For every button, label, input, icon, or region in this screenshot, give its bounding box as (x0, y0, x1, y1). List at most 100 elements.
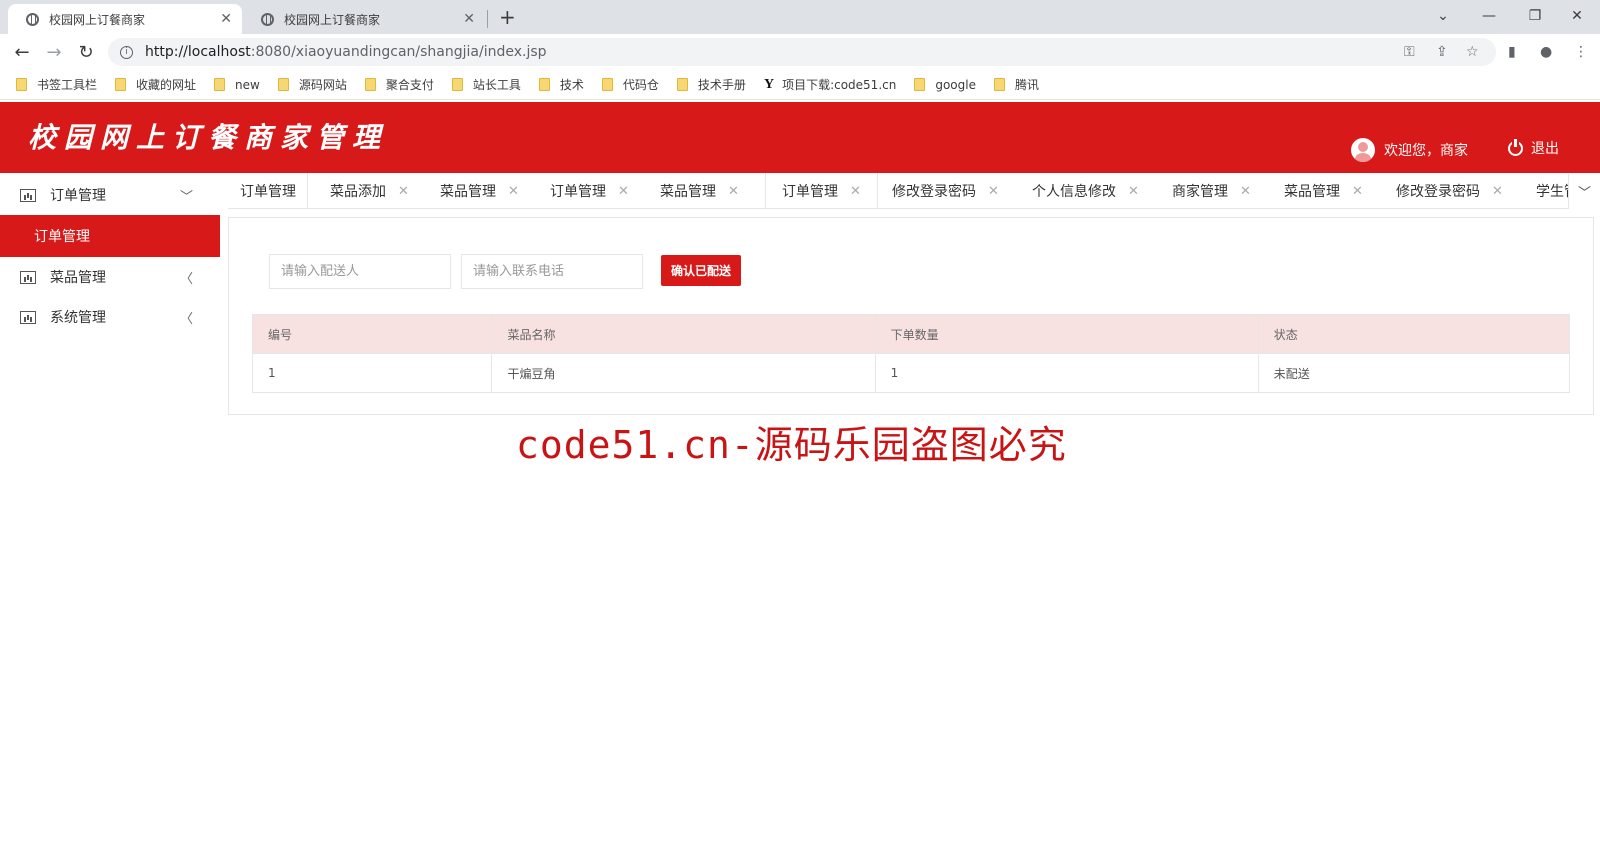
restore-button[interactable]: ❐ (1512, 0, 1558, 32)
bookmark-item[interactable]: 腾讯 (993, 76, 1039, 93)
bookmark-item[interactable]: 源码网站 (277, 76, 347, 93)
close-tab-icon[interactable]: ✕ (508, 184, 519, 199)
site-info-icon[interactable]: i (120, 45, 133, 59)
tab-search-icon[interactable]: ⌄ (1420, 0, 1466, 32)
sidebar-group-system[interactable]: 系统管理 〈 (0, 297, 220, 337)
user-info[interactable]: 欢迎您，商家 (1351, 138, 1468, 162)
url-input[interactable]: i http://localhost:8080/xiaoyuandingcan/… (108, 38, 1496, 66)
sidebar-item-orders[interactable]: 订单管理 (0, 215, 220, 257)
globe-icon (26, 12, 39, 26)
chart-icon (20, 310, 36, 324)
table-cell: 未配送 (1257, 353, 1571, 393)
close-window-button[interactable]: ✕ (1554, 0, 1600, 32)
star-icon[interactable]: ☆ (1466, 44, 1479, 60)
phone-input[interactable] (461, 254, 643, 289)
chart-icon (20, 188, 36, 202)
column-header: 状态 (1257, 314, 1571, 354)
share-icon[interactable]: ⇪ (1436, 44, 1448, 60)
tab-merchant-manage[interactable]: 商家管理 ✕ (1172, 173, 1251, 208)
logout-button[interactable]: 退出 (1508, 138, 1559, 158)
welcome-text: 欢迎您，商家 (1384, 143, 1468, 159)
bookmark-item[interactable]: 站长工具 (451, 76, 521, 93)
sidebar-item-label: 订单管理 (34, 229, 90, 245)
folder-icon (538, 78, 550, 91)
table-cell: 干煸豆角 (491, 353, 876, 393)
close-tab-icon[interactable]: ✕ (850, 184, 861, 199)
tab-order-manage-active[interactable]: 订单管理 ✕ (765, 173, 878, 208)
bookmark-item[interactable]: 书签工具栏 (16, 76, 97, 93)
back-icon[interactable]: ← (10, 40, 34, 64)
url-host: http://localhost (145, 44, 251, 60)
table-row[interactable]: 1 干煸豆角 1 未配送 (251, 353, 1571, 393)
bookmark-item[interactable]: new (214, 78, 260, 92)
chart-icon (20, 270, 36, 284)
tab-separator (487, 10, 488, 28)
sidebar-group-dishes[interactable]: 菜品管理 〈 (0, 257, 220, 297)
close-tab-icon[interactable]: ✕ (728, 184, 739, 199)
y-logo-icon: Y (763, 76, 775, 92)
table-cell: 1 (251, 353, 493, 393)
tab-more-button[interactable]: ﹀ (1568, 174, 1600, 209)
column-header: 菜品名称 (491, 314, 876, 354)
side-panel-icon[interactable]: ▮ (1508, 44, 1516, 60)
close-tab-icon[interactable]: ✕ (398, 184, 409, 199)
url-path: :8080/xiaoyuandingcan/shangjia/index.jsp (250, 44, 547, 60)
tab-dish-manage[interactable]: 菜品管理 ✕ (1284, 173, 1363, 208)
key-icon[interactable]: ⚿ (1404, 44, 1415, 60)
tab-dish-manage[interactable]: 菜品管理 ✕ (440, 173, 519, 208)
power-icon (1508, 138, 1523, 156)
tab-order-manage[interactable]: 订单管理 ✕ (550, 173, 629, 208)
sidebar-group-label: 系统管理 (50, 310, 106, 326)
close-tab-icon[interactable]: ✕ (1352, 184, 1363, 199)
browser-tab-title: 校园网上订餐商家 (284, 12, 381, 27)
table-cell: 1 (874, 353, 1259, 393)
profile-icon[interactable]: ● (1540, 44, 1552, 60)
close-tab-icon[interactable]: ✕ (463, 11, 475, 27)
folder-icon (914, 78, 926, 91)
deliverer-input[interactable] (269, 254, 451, 289)
bookmark-item[interactable]: 技术 (538, 76, 584, 93)
close-tab-icon[interactable]: ✕ (220, 11, 232, 27)
folder-icon (601, 78, 613, 91)
sidebar-group-label: 订单管理 (50, 188, 106, 204)
menu-icon[interactable]: ⋮ (1574, 44, 1588, 60)
watermark-text: code51.cn-源码乐园盗图必究 (516, 423, 1067, 467)
bookmark-item[interactable]: google (914, 78, 976, 92)
close-tab-icon[interactable]: ✕ (1492, 184, 1503, 199)
sidebar: 订单管理 ﹀ 订单管理 菜品管理 〈 系统管理 〈 (0, 173, 220, 860)
bookmark-item[interactable]: 技术手册 (676, 76, 746, 93)
bookmark-item[interactable]: 代码仓 (601, 76, 659, 93)
new-tab-button[interactable]: + (499, 5, 516, 29)
chevron-down-icon: ﹀ (180, 189, 194, 205)
tab-profile-edit[interactable]: 个人信息修改 ✕ (1032, 173, 1139, 208)
tab-dish-add[interactable]: 菜品添加 ✕ (330, 173, 409, 208)
content-tab-bar: 订单管理 菜品添加 ✕ 菜品管理 ✕ 订单管理 ✕ 菜品管理 ✕ 订单管理 ✕ 修改登录密… (228, 173, 1600, 209)
folder-icon (676, 78, 688, 91)
tab-home[interactable]: 订单管理 (228, 173, 308, 208)
order-panel: 确认已配送 编号 菜品名称 下单数量 状态 1 干煸豆角 1 未配送 (228, 217, 1594, 415)
folder-icon (115, 78, 127, 91)
close-tab-icon[interactable]: ✕ (1240, 184, 1251, 199)
forward-icon[interactable]: → (42, 40, 66, 64)
close-tab-icon[interactable]: ✕ (988, 184, 999, 199)
browser-tab-1[interactable]: 校园网上订餐商家 ✕ (8, 4, 242, 34)
sidebar-group-label: 菜品管理 (50, 270, 106, 286)
folder-icon (277, 78, 289, 91)
avatar (1351, 138, 1375, 162)
reload-icon[interactable]: ↻ (74, 40, 98, 64)
app-title: 校园网上订餐商家管理 (28, 121, 389, 154)
bookmark-item[interactable]: 收藏的网址 (115, 76, 196, 93)
bookmark-item[interactable]: 聚合支付 (364, 76, 434, 93)
close-tab-icon[interactable]: ✕ (618, 184, 629, 199)
chevron-left-icon: 〈 (180, 311, 194, 327)
close-tab-icon[interactable]: ✕ (1128, 184, 1139, 199)
browser-tab-2[interactable]: 校园网上订餐商家 ✕ (243, 4, 485, 34)
tab-dish-manage[interactable]: 菜品管理 ✕ (660, 173, 739, 208)
bookmark-item[interactable]: Y 项目下载:code51.cn (764, 76, 896, 93)
tab-change-password[interactable]: 修改登录密码 ✕ (892, 173, 999, 208)
minimize-button[interactable]: — (1466, 0, 1512, 32)
sidebar-group-orders[interactable]: 订单管理 ﹀ (0, 175, 220, 215)
tab-change-password[interactable]: 修改登录密码 ✕ (1396, 173, 1503, 208)
browser-tab-strip: 校园网上订餐商家 ✕ 校园网上订餐商家 ✕ + ⌄ — ❐ ✕ (0, 0, 1600, 34)
confirm-delivered-button[interactable]: 确认已配送 (661, 255, 741, 286)
